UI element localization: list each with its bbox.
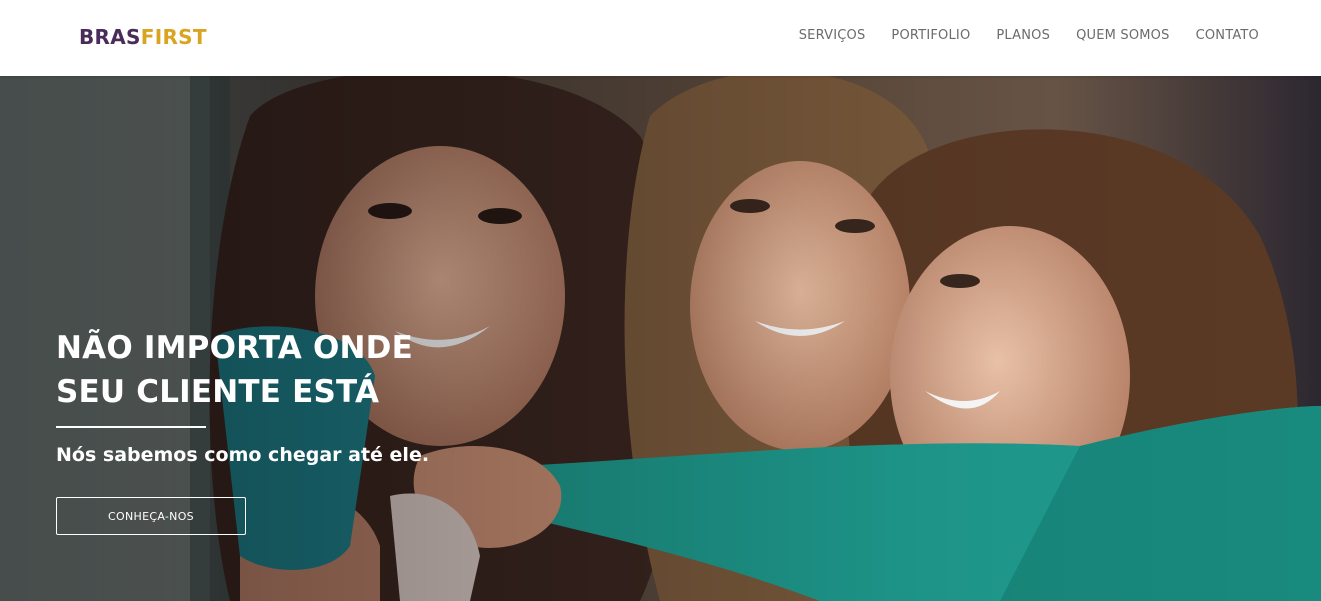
logo-text-bras: BRAS [79, 25, 141, 49]
hero-banner: NÃO IMPORTA ONDE SEU CLIENTE ESTÁ Nós sa… [0, 76, 1321, 601]
site-header: BRASFIRST SERVIÇOS PORTIFOLIO PLANOS QUE… [0, 0, 1321, 76]
hero-subheadline: Nós sabemos como chegar até ele. [56, 444, 430, 466]
nav-item-portifolio[interactable]: PORTIFOLIO [891, 28, 970, 44]
nav-item-servicos[interactable]: SERVIÇOS [799, 28, 866, 44]
logo-text-first: FIRST [140, 25, 207, 49]
hero-divider [56, 426, 206, 428]
hero-headline-line1: NÃO IMPORTA ONDE [56, 330, 413, 366]
nav-item-contato[interactable]: CONTATO [1196, 28, 1259, 44]
hero-headline: NÃO IMPORTA ONDE SEU CLIENTE ESTÁ [56, 326, 516, 414]
nav-item-quem-somos[interactable]: QUEM SOMOS [1076, 28, 1170, 44]
main-nav: SERVIÇOS PORTIFOLIO PLANOS QUEM SOMOS CO… [799, 28, 1259, 44]
conheca-nos-button[interactable]: CONHEÇA-NOS [56, 497, 246, 535]
nav-item-planos[interactable]: PLANOS [996, 28, 1050, 44]
hero-headline-line2: SEU CLIENTE ESTÁ [56, 374, 380, 410]
brand-logo[interactable]: BRASFIRST [79, 24, 207, 50]
